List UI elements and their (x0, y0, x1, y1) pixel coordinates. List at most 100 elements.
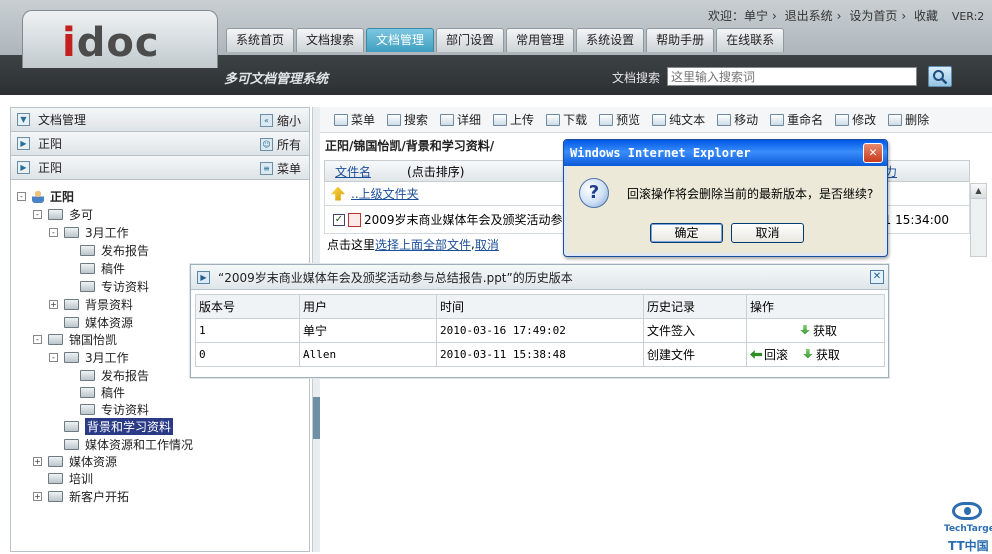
toolbar-details[interactable]: 详细 (440, 111, 481, 128)
collapse-toggle[interactable]: - (17, 192, 26, 201)
tab-dept-settings[interactable]: 部门设置 (436, 28, 505, 52)
doc-manage-header[interactable]: ▼ 文档管理 « 缩小 (11, 108, 309, 132)
tree-node[interactable]: - 3月工作 (49, 349, 129, 366)
tree-node[interactable]: - 3月工作 (49, 224, 129, 241)
main-nav: 系统首页 文档搜索 文档管理 部门设置 常用管理 系统设置 帮助手册 在线联系 (226, 28, 786, 52)
favorite-link[interactable]: 收藏 (914, 9, 938, 23)
tree-node[interactable]: 稿件 (80, 260, 125, 277)
tree-node-label: 媒体资源 (69, 455, 118, 469)
splitter-handle[interactable] (313, 397, 320, 439)
folder-icon (80, 263, 95, 274)
close-icon[interactable]: ✕ (863, 143, 883, 163)
tree-node-label: 发布报告 (101, 369, 150, 383)
collapse-toggle[interactable]: - (33, 335, 42, 344)
ok-button[interactable]: 确定 (650, 223, 723, 243)
dialog-message: 回滚操作将会删除当前的最新版本，是否继续? (627, 187, 874, 201)
toolbar-delete[interactable]: 删除 (888, 111, 929, 128)
rollback-button[interactable]: 回滚 (750, 346, 788, 363)
zhengyang-all-row[interactable]: ▶ 正阳 ☺ 所有 (11, 132, 309, 156)
tree-node[interactable]: 发布报告 (80, 367, 149, 384)
expand-toggle[interactable]: + (33, 492, 42, 501)
dialog-body: ? 回滚操作将会删除当前的最新版本，是否继续? 确定 取消 (567, 166, 884, 253)
toolbar-upload[interactable]: 上传 (493, 111, 534, 128)
toolbar-plaintext[interactable]: 纯文本 (652, 111, 705, 128)
toolbar-download[interactable]: 下载 (546, 111, 587, 128)
file-name[interactable]: 2009岁末商业媒体年会及颁奖活动参与 (364, 211, 575, 228)
tree-node[interactable]: - 多可 (33, 206, 93, 223)
toolbar-edit[interactable]: 修改 (835, 111, 876, 128)
tab-help[interactable]: 帮助手册 (646, 28, 715, 52)
all-button[interactable]: ☺ 所有 (259, 136, 301, 153)
file-checkbox[interactable]: ✓ (333, 213, 345, 226)
tree-node[interactable]: + 媒体资源 (33, 453, 117, 470)
collapse-toggle[interactable]: - (49, 228, 58, 237)
tree-node[interactable]: 专访资料 (80, 278, 149, 295)
cancel-button[interactable]: 取消 (731, 223, 804, 243)
parent-folder-link[interactable]: ..上级文件夹 (351, 185, 419, 202)
file-list-scrollbar[interactable]: ▲ (970, 183, 987, 257)
tree-node[interactable]: 发布报告 (80, 242, 149, 259)
history-dialog: ▶ “2009岁末商业媒体年会及颁奖活动参与总结报告.ppt”的历史版本 ✕ 版… (190, 264, 889, 378)
tree-node-label: 3月工作 (85, 351, 129, 365)
logout-link[interactable]: 退出系统 (785, 9, 833, 23)
app-logo[interactable]: idoc (62, 20, 160, 66)
cancel-select-link[interactable]: 取消 (475, 236, 499, 253)
dialog-title: Windows Internet Explorer (570, 146, 751, 160)
tree-node[interactable]: 培训 (48, 470, 93, 487)
collapse-toggle[interactable]: - (33, 210, 42, 219)
expand-toggle[interactable]: + (49, 300, 58, 309)
tree-node-selected[interactable]: 背景和学习资料 (64, 418, 174, 435)
version-label: VER:2 (951, 10, 985, 23)
up-arrow-icon (331, 186, 345, 201)
search-input[interactable] (667, 67, 917, 86)
toolbar-preview[interactable]: 预览 (599, 111, 640, 128)
close-icon[interactable]: ✕ (870, 270, 884, 284)
tab-common-manage[interactable]: 常用管理 (506, 28, 575, 52)
scroll-up-icon[interactable]: ▲ (971, 184, 986, 199)
tab-doc-search[interactable]: 文档搜索 (296, 28, 365, 52)
toolbar-label: 上传 (510, 113, 535, 127)
app-subtitle: 多可文档管理系统 (224, 72, 329, 87)
confirm-dialog: Windows Internet Explorer ✕ ? 回滚操作将会删除当前… (563, 139, 888, 257)
toolbar-move[interactable]: 移动 (717, 111, 758, 128)
tree-node[interactable]: 媒体资源和工作情况 (64, 436, 193, 453)
tree-node-label: 稿件 (101, 386, 126, 400)
tree-node[interactable]: 媒体资源 (64, 314, 133, 331)
tree-node[interactable]: + 新客户开拓 (33, 488, 129, 505)
tab-online-contact[interactable]: 在线联系 (716, 28, 785, 52)
toolbar-menu[interactable]: 菜单 (334, 111, 375, 128)
expand-toggle[interactable]: + (33, 457, 42, 466)
folder-icon (64, 299, 79, 310)
search-button[interactable] (928, 66, 952, 87)
set-home-link[interactable]: 设为首页 (849, 9, 897, 23)
tree-node[interactable]: + 背景资料 (49, 296, 133, 313)
tab-home[interactable]: 系统首页 (226, 28, 295, 52)
select-all-link[interactable]: 选择上面全部文件 (375, 236, 471, 253)
app-header: idoc 多可文档管理系统 欢迎：单宁 › 退出系统 › 设为首页 › 收藏 VER:… (0, 0, 992, 95)
tree-node[interactable]: 稿件 (80, 384, 125, 401)
tab-system-settings[interactable]: 系统设置 (576, 28, 645, 52)
tree-node-label: 正阳 (50, 190, 75, 204)
tree-node-label: 稿件 (101, 262, 126, 276)
fetch-button[interactable]: 获取 (799, 322, 837, 339)
folder-icon (64, 352, 79, 363)
collapse-label: 缩小 (276, 114, 301, 128)
dialog-title-bar[interactable]: Windows Internet Explorer ✕ (564, 140, 887, 166)
fetch-button[interactable]: 获取 (802, 346, 840, 363)
collapse-button[interactable]: « 缩小 (259, 112, 301, 129)
zhengyang-menu-row[interactable]: ▶ 正阳 ≡ 菜单 (11, 156, 309, 180)
tree-node[interactable]: - 锦国怡凯 (33, 331, 117, 348)
fetch-label: 获取 (813, 324, 838, 338)
toolbar-rename[interactable]: 重命名 (770, 111, 823, 128)
move-icon (717, 113, 732, 126)
toolbar-search[interactable]: 搜索 (387, 111, 428, 128)
tab-doc-manage[interactable]: 文档管理 (366, 28, 435, 52)
tree-node-label: 培训 (69, 472, 94, 486)
details-icon (440, 113, 455, 126)
watermark-line1: TechTarget (944, 524, 992, 534)
tree-node[interactable]: 专访资料 (80, 401, 149, 418)
menu-button[interactable]: ≡ 菜单 (259, 160, 301, 177)
collapse-toggle[interactable]: - (49, 353, 58, 362)
tree-node-root[interactable]: - 正阳 (17, 188, 74, 205)
sort-by-filename[interactable]: 文件名 (335, 163, 371, 180)
